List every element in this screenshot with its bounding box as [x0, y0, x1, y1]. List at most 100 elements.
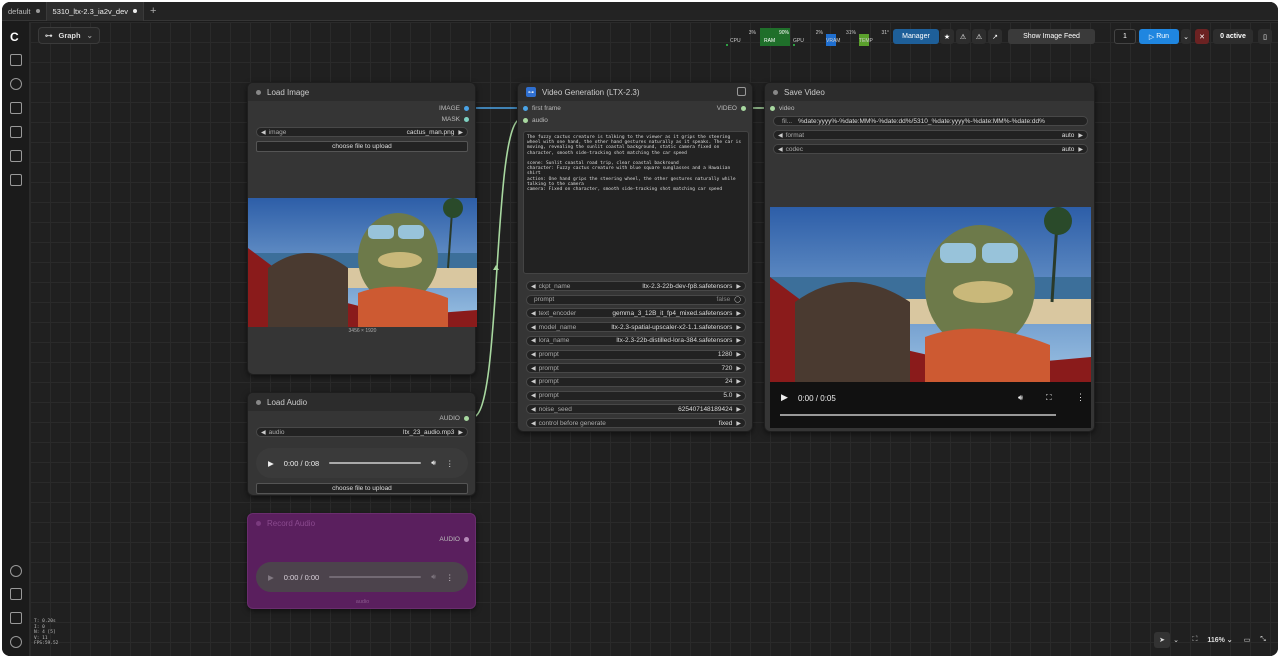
choose-file-button[interactable]: choose file to upload — [256, 483, 468, 494]
video-player-controls[interactable]: ▶ 0:00 / 0:05 🔊︎ ⛶ ⋮ — [770, 382, 1091, 428]
volume-icon[interactable]: 🔊︎ — [431, 458, 436, 468]
output-mask[interactable]: MASK — [442, 116, 469, 123]
more-options-icon[interactable]: ⋮ — [446, 573, 454, 582]
arrow-left-icon[interactable]: ◀ — [778, 132, 783, 139]
choose-file-button[interactable]: choose file to upload — [256, 141, 468, 152]
save-video-node[interactable]: Save Video video fil... %date:yyyy%-%dat… — [764, 82, 1095, 432]
widget-prompt[interactable]: ◀ prompt 24 ▶ — [526, 376, 746, 387]
image-combo[interactable]: ◀ image cactus_man.png ▶ — [256, 127, 468, 137]
fit-view-icon[interactable]: ⛶ — [1188, 632, 1202, 648]
widget-prompt[interactable]: prompt false ◯ — [526, 294, 746, 305]
output-video[interactable]: VIDEO — [717, 105, 746, 112]
arrow-left-icon[interactable]: ◀ — [531, 283, 536, 290]
arrow-right-icon[interactable]: ▶ — [736, 351, 741, 358]
input-audio[interactable]: audio — [523, 117, 548, 124]
widget-prompt[interactable]: ◀ prompt 720 ▶ — [526, 363, 746, 374]
arrow-right-icon[interactable]: ▶ — [736, 378, 741, 385]
collapse-dot-icon[interactable] — [256, 89, 261, 95]
output-audio[interactable]: AUDIO — [439, 415, 469, 422]
more-options-icon[interactable]: ⋮ — [1076, 392, 1085, 403]
filename-prefix-field[interactable]: fil... %date:yyyy%-%date:MM%-%date:dd%/5… — [773, 116, 1088, 126]
video-seek-bar[interactable] — [780, 414, 1056, 416]
arrow-left-icon[interactable]: ◀ — [531, 406, 536, 413]
widget-ckpt_name[interactable]: ◀ ckpt_name ltx-2.3-22b-dev-fp8.safetensor… — [526, 281, 746, 291]
arrow-left-icon[interactable]: ◀ — [531, 324, 536, 331]
arrow-right-icon[interactable]: ▶ — [736, 406, 741, 413]
arrow-right-icon[interactable]: ▶ — [736, 392, 741, 399]
socket-icon[interactable] — [464, 117, 469, 122]
node-title-bar[interactable]: Load Image — [248, 83, 475, 101]
socket-icon[interactable] — [523, 106, 528, 111]
collapse-dot-icon[interactable] — [256, 399, 261, 405]
socket-icon[interactable] — [464, 537, 469, 542]
widget-lora_name[interactable]: ◀ lora_name ltx-2.3-22b-distilled-lora-384… — [526, 335, 746, 346]
audio-player[interactable]: ▶ 0:00 / 0:08 🔊︎ ⋮ — [256, 448, 468, 478]
socket-icon[interactable] — [464, 416, 469, 421]
play-icon[interactable]: ▶ — [268, 573, 274, 582]
prompt-textarea[interactable]: The fuzzy cactus creature is talking to … — [523, 131, 749, 274]
fullscreen-icon[interactable]: ⛶ — [1046, 393, 1052, 403]
collapse-dot-icon[interactable] — [256, 520, 261, 526]
widget-text_encoder[interactable]: ◀ text_encoder gemma_3_12B_it_fp4_mixed.sa… — [526, 308, 746, 319]
arrow-right-icon[interactable]: ▶ — [736, 283, 741, 290]
widget-prompt[interactable]: ◀ prompt 5.0 ▶ — [526, 390, 746, 401]
collapse-dot-icon[interactable] — [773, 89, 778, 95]
toggle-icon[interactable]: ◯ — [734, 296, 741, 303]
arrow-right-icon[interactable]: ▶ — [736, 337, 741, 344]
socket-icon[interactable] — [770, 106, 775, 111]
arrow-right-icon[interactable]: ▶ — [736, 310, 741, 317]
socket-icon[interactable] — [523, 118, 528, 123]
load-image-node[interactable]: Load Image IMAGE MASK ◀ image cactus_man… — [247, 82, 477, 375]
more-options-icon[interactable]: ⋮ — [446, 459, 454, 468]
node-title-bar[interactable]: Save Video — [765, 83, 1094, 101]
play-icon[interactable]: ▶ — [268, 459, 274, 468]
arrow-left-icon[interactable]: ◀ — [531, 392, 536, 399]
input-video[interactable]: video — [770, 105, 795, 112]
node-title-bar[interactable]: Record Audio — [248, 514, 475, 532]
audio-seek-bar[interactable] — [329, 462, 422, 464]
arrow-right-icon[interactable]: ▶ — [458, 429, 463, 436]
select-tool-icon[interactable]: ➤ — [1154, 632, 1170, 648]
audio-seek-bar[interactable] — [329, 576, 422, 578]
widget-model_name[interactable]: ◀ model_name ltx-2.3-spatial-upscaler-x2-1… — [526, 322, 746, 333]
widget-noise_seed[interactable]: ◀ noise_seed 625407148189424 ▶ — [526, 404, 746, 415]
widget-control-before-generate[interactable]: ◀ control before generate fixed ▶ — [526, 418, 746, 428]
arrow-right-icon[interactable]: ▶ — [1078, 146, 1083, 153]
arrow-left-icon[interactable]: ◀ — [778, 146, 783, 153]
audio-combo[interactable]: ◀ audio ltx_23_audio.mp3 ▶ — [256, 427, 468, 437]
node-title-bar[interactable]: ⊶ Video Generation (LTX-2.3) — [518, 83, 752, 101]
arrow-left-icon[interactable]: ◀ — [531, 365, 536, 372]
input-first-frame[interactable]: first frame — [523, 105, 561, 112]
codec-combo[interactable]: ◀ codec auto ▶ — [773, 144, 1088, 154]
arrow-left-icon[interactable]: ◀ — [531, 310, 536, 317]
arrow-right-icon[interactable]: ▶ — [1078, 132, 1083, 139]
arrow-right-icon[interactable]: ▶ — [736, 324, 741, 331]
volume-icon[interactable]: 🔊︎ — [1018, 393, 1023, 403]
arrow-left-icon[interactable]: ◀ — [531, 337, 536, 344]
record-audio-node[interactable]: Record Audio AUDIO ▶ 0:00 / 0:00 🔊︎ ⋮ au… — [247, 513, 476, 609]
volume-icon[interactable]: 🔊︎ — [431, 572, 436, 582]
arrow-left-icon[interactable]: ◀ — [531, 378, 536, 385]
arrow-left-icon[interactable]: ◀ — [531, 420, 536, 427]
minimap-icon[interactable]: ▭ — [1240, 632, 1254, 648]
video-generation-node[interactable]: ⊶ Video Generation (LTX-2.3) first frame… — [517, 82, 753, 432]
output-audio[interactable]: AUDIO — [439, 536, 469, 543]
arrow-right-icon[interactable]: ▶ — [736, 420, 741, 427]
play-icon[interactable]: ▶ — [781, 392, 788, 403]
arrow-right-icon[interactable]: ▶ — [736, 365, 741, 372]
widget-prompt[interactable]: ◀ prompt 1280 ▶ — [526, 349, 746, 360]
arrow-left-icon[interactable]: ◀ — [261, 429, 266, 436]
arrow-left-icon[interactable]: ◀ — [261, 129, 266, 136]
format-combo[interactable]: ◀ format auto ▶ — [773, 130, 1088, 140]
chevron-down-icon[interactable]: ⌄ — [1170, 632, 1182, 648]
arrow-left-icon[interactable]: ◀ — [531, 351, 536, 358]
arrow-right-icon[interactable]: ▶ — [458, 129, 463, 136]
socket-icon[interactable] — [741, 106, 746, 111]
link-visibility-icon[interactable]: ⤡ — [1256, 632, 1270, 648]
zoom-level[interactable]: 116% ⌄ — [1205, 632, 1235, 648]
socket-icon[interactable] — [464, 106, 469, 111]
open-subgraph-icon[interactable] — [737, 87, 746, 96]
load-audio-node[interactable]: Load Audio AUDIO ◀ audio ltx_23_audio.mp… — [247, 392, 476, 496]
audio-recorder-player[interactable]: ▶ 0:00 / 0:00 🔊︎ ⋮ — [256, 562, 468, 592]
output-image[interactable]: IMAGE — [439, 105, 469, 112]
